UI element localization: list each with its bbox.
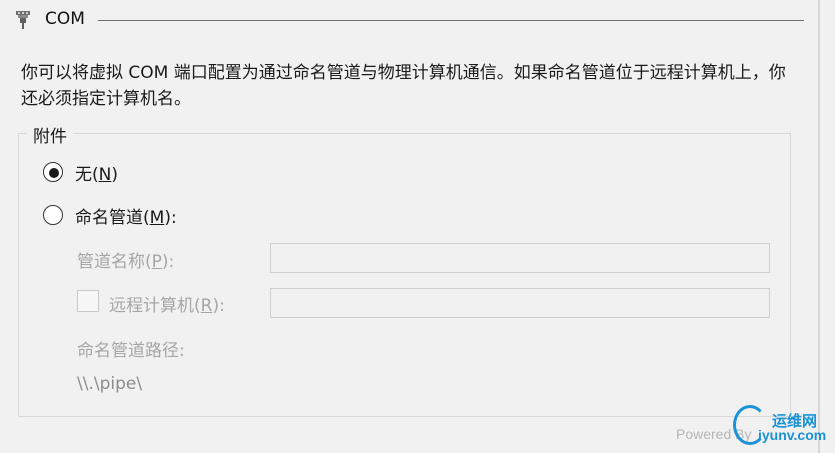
remote-computer-label: 远程计算机(R): xyxy=(109,296,225,316)
radio-none-indicator[interactable] xyxy=(43,162,63,182)
radio-selected-dot xyxy=(49,168,59,178)
window-right-border xyxy=(818,0,820,453)
pipe-name-label: 管道名称(P): xyxy=(77,252,175,272)
section-header: COM xyxy=(14,8,804,32)
pipe-path-label: 命名管道路径: xyxy=(77,341,185,361)
pipe-path-value: \\.\pipe\ xyxy=(77,374,143,394)
attachment-group-label: 附件 xyxy=(27,122,73,147)
description-text: 你可以将虚拟 COM 端口配置为通过命名管道与物理计算机通信。如果命名管道位于远… xyxy=(21,63,786,109)
remote-computer-input[interactable] xyxy=(270,288,770,318)
radio-named-pipe[interactable]: 命名管道(M): xyxy=(43,203,177,228)
section-title: COM xyxy=(45,9,85,29)
radio-named-pipe-label: 命名管道(M): xyxy=(75,207,177,228)
radio-none[interactable]: 无(N) xyxy=(43,160,118,185)
radio-named-pipe-indicator[interactable] xyxy=(43,205,63,225)
remote-computer-checkbox[interactable] xyxy=(77,290,99,312)
com-port-icon xyxy=(16,11,30,29)
pipe-name-input[interactable] xyxy=(270,243,770,273)
header-divider xyxy=(98,20,804,21)
radio-none-label: 无(N) xyxy=(75,164,118,185)
brand-name-en: iyunv.com xyxy=(758,427,827,443)
